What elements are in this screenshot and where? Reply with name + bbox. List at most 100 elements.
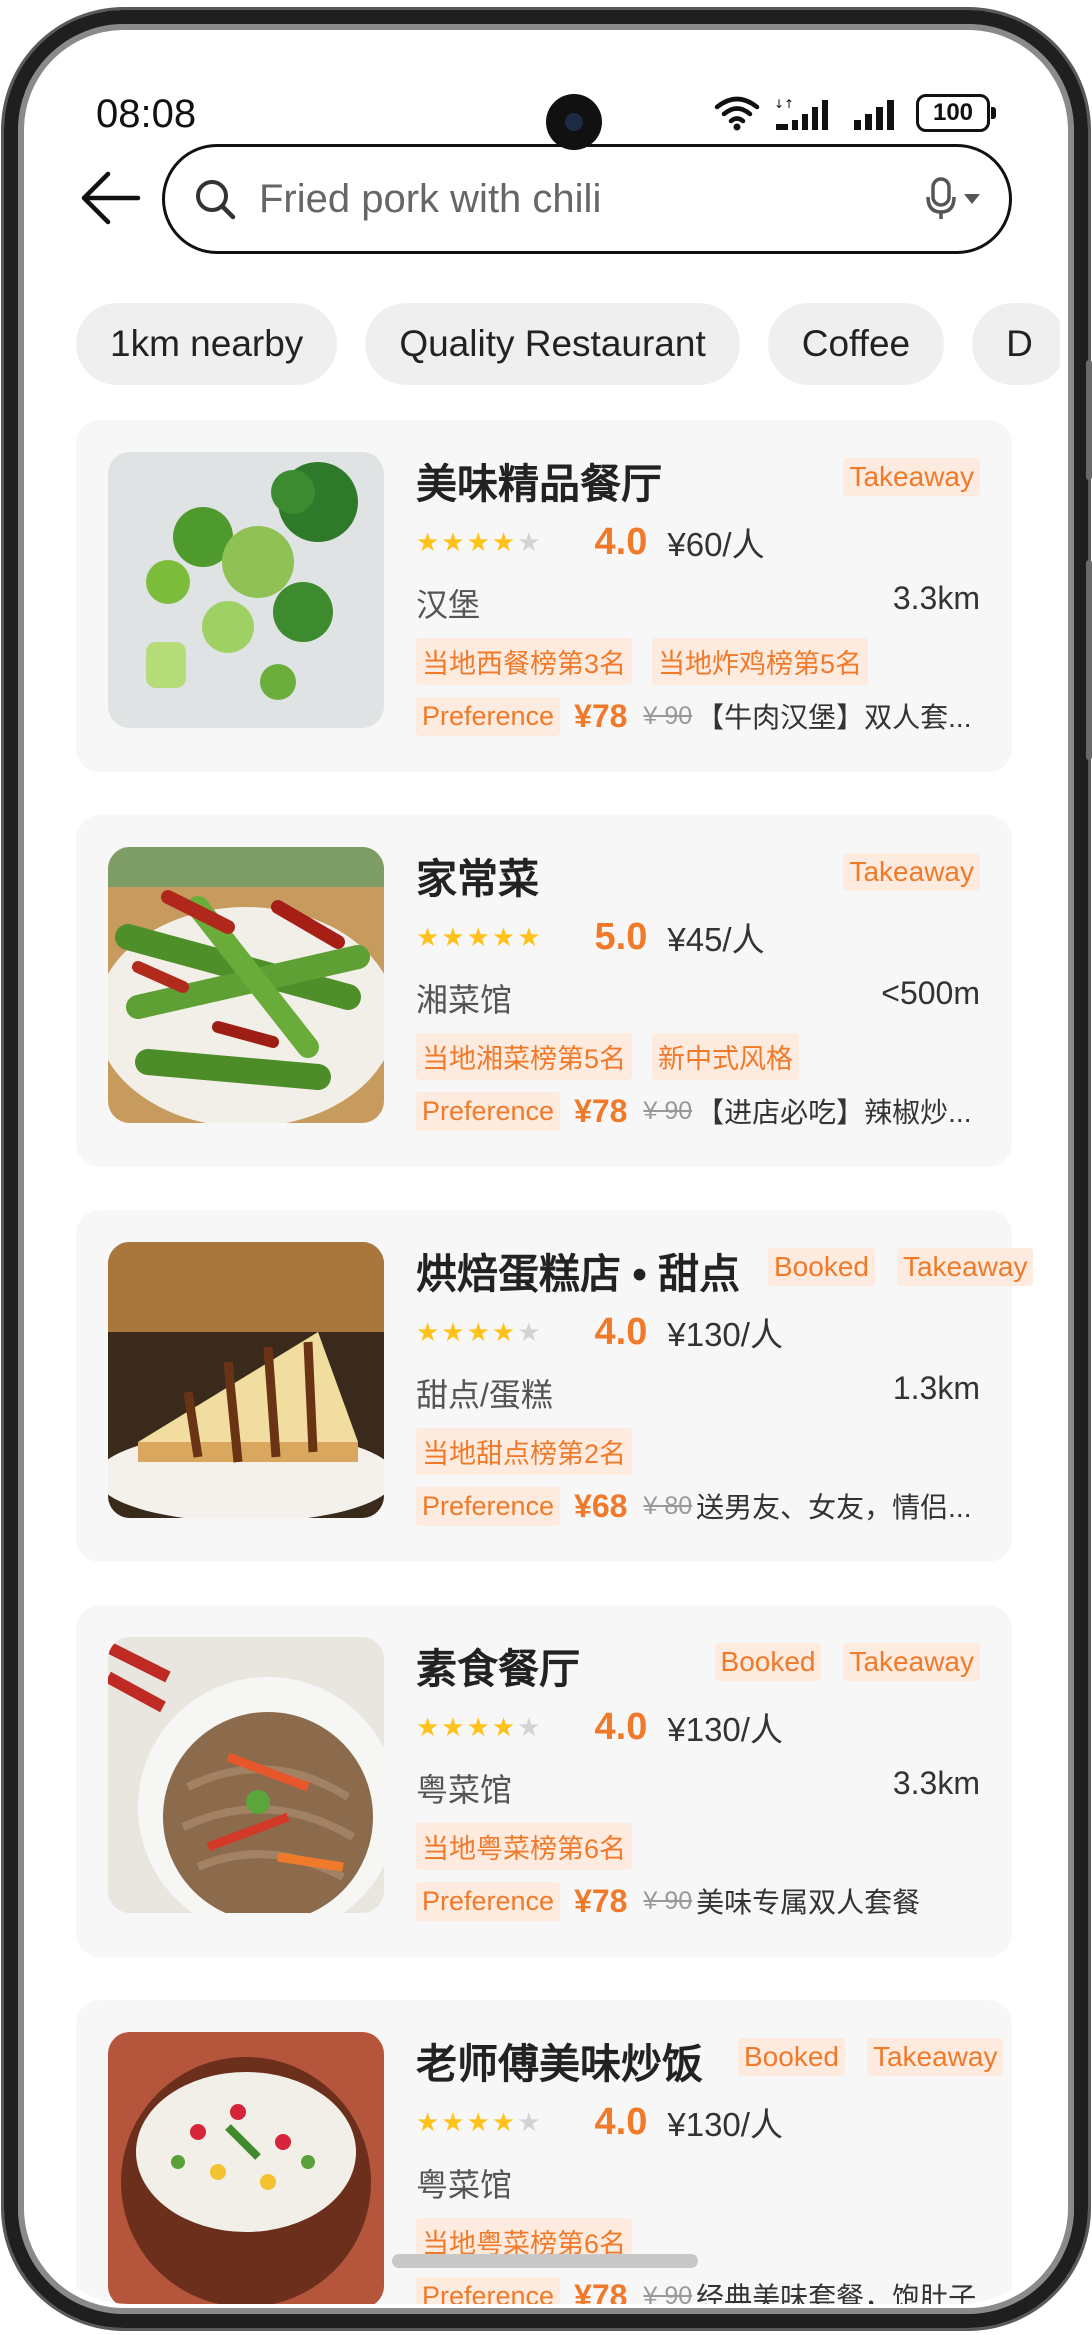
star-rating: ★★★★★ <box>416 2106 543 2137</box>
original-price: ¥ 80 <box>643 1491 693 1520</box>
takeaway-badge: Takeaway <box>843 458 980 496</box>
rating-score: 4.0 <box>594 1705 648 1748</box>
badge-group: Booked Takeaway <box>738 2038 1004 2076</box>
booked-badge: Booked <box>714 1643 822 1681</box>
rating-score: 4.0 <box>594 520 648 563</box>
deal-price: ¥78 <box>574 697 628 734</box>
search-icon <box>196 180 236 220</box>
distance: 1.3km <box>892 1370 980 1406</box>
distance: 3.3km <box>892 580 980 616</box>
rating-row: ★★★★★ 4.0 ¥130/人 <box>416 1703 783 1751</box>
preference-tag: Preference <box>416 1486 561 1526</box>
cuisine-category: 粤菜馆 <box>416 1772 513 1808</box>
restaurant-photo <box>108 452 384 728</box>
deal-price: ¥68 <box>574 1487 628 1524</box>
takeaway-badge: Takeaway <box>843 853 980 891</box>
search-input[interactable]: Fried pork with chili <box>259 177 925 222</box>
rank-tag: 当地粤菜榜第6名 <box>416 1823 633 1870</box>
restaurant-card[interactable]: 家常菜 Takeaway ★★★★★ 5.0 ¥45/人 湘菜馆 <500m 当… <box>76 815 1012 1167</box>
restaurant-photo <box>108 2032 384 2304</box>
back-arrow-icon[interactable] <box>78 170 142 226</box>
star-rating: ★★★★★ <box>416 526 543 557</box>
app-screen: 08:08 ↓↑ 100 Fried pork with chili 1km n… <box>30 34 1060 2304</box>
rank-tag: 当地炸鸡榜第5名 <box>652 638 869 685</box>
price-per-person: ¥130/人 <box>667 1316 783 1353</box>
deal-description: 经典美味套餐，饱肚子 <box>696 2282 977 2304</box>
battery-level: 100 <box>932 99 974 126</box>
power-button <box>1086 560 1092 760</box>
price-per-person: ¥45/人 <box>667 921 765 958</box>
volume-button <box>1086 360 1092 480</box>
rating-score: 5.0 <box>594 915 648 958</box>
original-price: ¥ 90 <box>643 2281 693 2305</box>
deal-price: ¥78 <box>574 1882 628 1919</box>
restaurant-name: 老师傅美味炒饭 <box>416 2041 703 2087</box>
preference-tag: Preference <box>416 696 561 736</box>
restaurant-photo <box>108 1637 384 1913</box>
rank-tag: 当地甜点榜第2名 <box>416 1428 633 1475</box>
rank-tag: 新中式风格 <box>652 1033 800 1080</box>
badge-group: Booked Takeaway <box>714 1643 980 1681</box>
front-camera <box>546 94 602 150</box>
restaurant-photo <box>108 847 384 1123</box>
deal-row[interactable]: Preference ¥78 ¥ 90 美味专属双人套餐 <box>416 1881 991 1921</box>
distance: <500m <box>881 975 980 1011</box>
deal-row[interactable]: Preference ¥78 ¥ 90 【牛肉汉堡】双人套... <box>416 696 991 736</box>
deal-row[interactable]: Preference ¥68 ¥ 80 送男友、女友，情侣... <box>416 1486 991 1526</box>
restaurant-card[interactable]: 烘焙蛋糕店 • 甜点 Booked Takeaway ★★★★★ 4.0 ¥13… <box>76 1210 1034 1562</box>
price-per-person: ¥130/人 <box>667 1711 783 1748</box>
rank-tag: 当地西餐榜第3名 <box>416 638 633 685</box>
deal-row[interactable]: Preference ¥78 ¥ 90 【进店必吃】辣椒炒... <box>416 1091 991 1131</box>
svg-text:↓↑: ↓↑ <box>774 97 794 111</box>
deal-description: 美味专属双人套餐 <box>696 1887 921 1918</box>
restaurant-name: 家常菜 <box>416 856 539 902</box>
booked-badge: Booked <box>738 2038 845 2076</box>
signal-icon-2 <box>854 100 894 130</box>
restaurant-card[interactable]: 美味精品餐厅 Takeaway ★★★★★ 4.0 ¥60/人 汉堡 3.3km… <box>76 420 1012 772</box>
badge-group: Booked Takeaway <box>768 1248 1034 1286</box>
takeaway-badge: Takeaway <box>843 1643 980 1681</box>
cuisine-category: 甜点/蛋糕 <box>416 1377 553 1413</box>
preference-tag: Preference <box>416 1881 561 1921</box>
star-rating: ★★★★★ <box>416 921 543 952</box>
chip-more[interactable]: D <box>972 303 1060 385</box>
cuisine-category: 湘菜馆 <box>416 982 513 1018</box>
rating-row: ★★★★★ 5.0 ¥45/人 <box>416 913 765 961</box>
cuisine-category: 粤菜馆 <box>416 2167 513 2203</box>
rank-tags: 当地粤菜榜第6名 <box>416 1823 633 1870</box>
chip-coffee[interactable]: Coffee <box>767 303 945 385</box>
rating-row: ★★★★★ 4.0 ¥130/人 <box>416 2098 783 2146</box>
chip-nearby[interactable]: 1km nearby <box>76 303 338 385</box>
filter-chips: 1km nearby Quality Restaurant Coffee D <box>76 303 1060 385</box>
original-price: ¥ 90 <box>643 1886 693 1915</box>
star-rating: ★★★★★ <box>416 1316 543 1347</box>
deal-row[interactable]: Preference ¥78 ¥ 90 经典美味套餐，饱肚子 <box>416 2276 991 2304</box>
restaurant-card[interactable]: 素食餐厅 Booked Takeaway ★★★★★ 4.0 ¥130/人 粤菜… <box>76 1605 1012 1957</box>
rating-score: 4.0 <box>594 1310 648 1353</box>
wifi-icon <box>714 96 760 131</box>
status-time: 08:08 <box>96 92 197 136</box>
phone-device: 08:08 ↓↑ 100 Fried pork with chili 1km n… <box>0 0 1092 2335</box>
voice-search-button[interactable] <box>925 177 981 221</box>
deal-description: 【牛肉汉堡】双人套... <box>696 702 972 733</box>
rank-tags: 当地湘菜榜第5名 新中式风格 <box>416 1033 800 1080</box>
badge-group: Takeaway <box>843 458 980 496</box>
rank-tag: 当地湘菜榜第5名 <box>416 1033 633 1080</box>
star-rating: ★★★★★ <box>416 1711 543 1742</box>
deal-price: ¥78 <box>574 2277 628 2305</box>
original-price: ¥ 90 <box>643 1096 693 1125</box>
original-price: ¥ 90 <box>643 701 693 730</box>
search-bar[interactable]: Fried pork with chili <box>162 144 1012 254</box>
deal-price: ¥78 <box>574 1092 628 1129</box>
microphone-icon <box>926 177 956 219</box>
status-icons: ↓↑ 100 <box>714 94 996 132</box>
booked-badge: Booked <box>768 1248 875 1286</box>
rank-tags: 当地西餐榜第3名 当地炸鸡榜第5名 <box>416 638 869 685</box>
home-indicator[interactable] <box>392 2254 698 2268</box>
takeaway-badge: Takeaway <box>896 1248 1034 1286</box>
price-per-person: ¥130/人 <box>667 2106 783 2143</box>
chip-quality-restaurant[interactable]: Quality Restaurant <box>365 303 740 385</box>
preference-tag: Preference <box>416 2276 561 2304</box>
chevron-down-icon <box>964 194 980 204</box>
rank-tags: 当地甜点榜第2名 <box>416 1428 633 1475</box>
